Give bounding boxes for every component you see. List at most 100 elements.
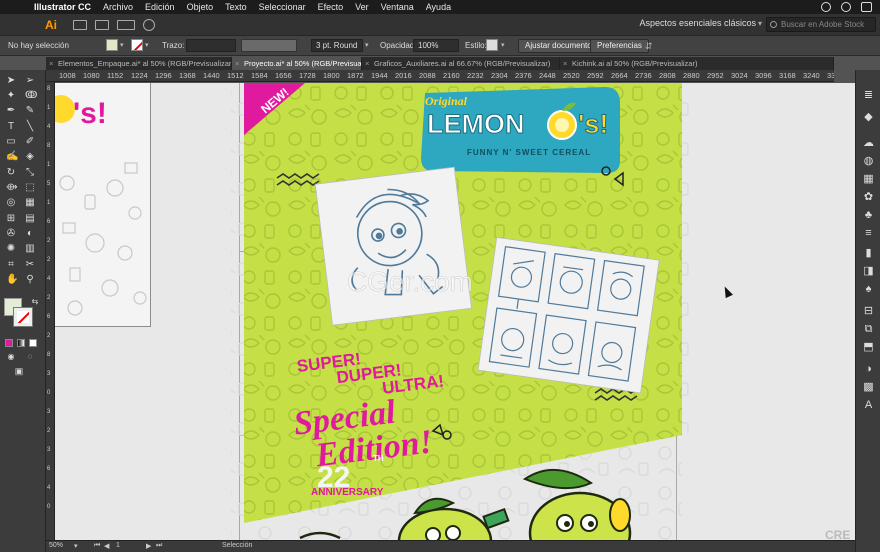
swap-fill-stroke-icon[interactable]: ⇆ xyxy=(30,297,40,307)
chevron-down-icon[interactable]: ▾ xyxy=(74,542,78,550)
document-setup-button[interactable]: Ajustar documento xyxy=(518,39,599,53)
swatches-icon[interactable]: ▦ xyxy=(863,174,874,185)
menu-archivo[interactable]: Archivo xyxy=(103,2,133,12)
color-icon[interactable]: ◍ xyxy=(863,156,874,167)
transform-icon[interactable]: ⬒ xyxy=(863,342,874,353)
graphic-styles-icon[interactable]: ◨ xyxy=(863,266,874,277)
none-mode-icon[interactable] xyxy=(29,339,37,347)
scale-tool-icon[interactable]: ⤡ xyxy=(25,168,35,178)
symbol-sprayer-tool-icon[interactable]: ✺ xyxy=(6,244,16,254)
pathfinder-icon[interactable]: ⧉ xyxy=(863,324,874,335)
chevron-down-icon[interactable]: ▾ xyxy=(120,41,124,49)
mesh-tool-icon[interactable]: ⊞ xyxy=(6,214,16,224)
direct-selection-tool-icon[interactable]: ➢ xyxy=(25,76,35,86)
horizontal-ruler[interactable]: 1008 1080 1152 1224 1296 1368 1440 1512 1584 1656… xyxy=(46,70,834,82)
paintbrush-tool-icon[interactable]: ✐ xyxy=(25,137,35,147)
eraser-tool-icon[interactable]: ◈ xyxy=(25,152,35,162)
stroke-swatch[interactable] xyxy=(131,39,143,51)
character-sketch-card[interactable] xyxy=(314,166,472,326)
align-icon[interactable]: ⊟ xyxy=(863,306,874,317)
menu-efecto[interactable]: Efecto xyxy=(318,2,344,12)
prev-artboard-icon[interactable]: ◀ xyxy=(104,542,109,550)
menu-ayuda[interactable]: Ayuda xyxy=(426,2,451,12)
brushes-icon[interactable]: ✿ xyxy=(863,192,874,203)
stock-icon[interactable] xyxy=(95,19,109,30)
libraries-icon[interactable]: ☁ xyxy=(863,138,874,149)
fill-swatch[interactable] xyxy=(106,39,118,51)
variable-width-profile[interactable] xyxy=(241,39,297,52)
tab-elementos-empaque[interactable]: × Elementos_Empaque.ai* al 50% (RGB/Previ… xyxy=(46,57,232,70)
slice-tool-icon[interactable]: ✂ xyxy=(25,260,35,270)
next-artboard-icon[interactable]: ▶ xyxy=(146,542,151,550)
lasso-tool-icon[interactable]: ↂ xyxy=(25,91,37,101)
color-mode-icon[interactable] xyxy=(5,339,13,347)
last-artboard-icon[interactable]: ⏭ xyxy=(156,542,162,550)
tab-graficos-auxiliares[interactable]: × Graficos_Auxiliares.ai al 66.67% (RGB/P… xyxy=(362,57,560,70)
menu-ver[interactable]: Ver xyxy=(355,2,369,12)
document-canvas[interactable]: 's! NEW! Original LEMON 's! FUNNY N' SWE… xyxy=(55,83,855,540)
chevron-down-icon[interactable]: ▾ xyxy=(758,19,762,28)
character-icon[interactable]: A xyxy=(863,400,874,411)
type-tool-icon[interactable]: T xyxy=(6,122,16,132)
record-icon[interactable] xyxy=(821,2,831,12)
tab-proyecto[interactable]: × Proyecto.ai* al 50% (RGB/Previsualizar) xyxy=(232,57,362,70)
bridge-icon[interactable] xyxy=(73,19,87,30)
stroke-icon[interactable]: ≡ xyxy=(863,228,874,239)
main-artboard-artwork[interactable]: NEW! Original LEMON 's! FUNNY N' SWEET C… xyxy=(55,83,855,540)
shaper-tool-icon[interactable]: ✍ xyxy=(6,152,18,162)
chevron-down-icon[interactable]: ▾ xyxy=(365,41,369,49)
line-tool-icon[interactable]: ╲ xyxy=(25,122,35,132)
eyedropper-tool-icon[interactable]: ✇ xyxy=(6,229,16,239)
symbols-icon[interactable]: ♣ xyxy=(863,210,874,221)
screen-mode-icon[interactable]: ▣ xyxy=(14,366,24,376)
stroke-weight-field[interactable] xyxy=(186,39,236,52)
siri-icon[interactable] xyxy=(841,2,851,12)
properties-icon[interactable]: ≣ xyxy=(863,90,874,101)
appearance-icon[interactable]: ♠ xyxy=(863,284,874,295)
chevron-down-icon[interactable]: ▾ xyxy=(501,41,505,49)
column-graph-tool-icon[interactable]: ▥ xyxy=(25,244,35,254)
gpu-performance-icon[interactable] xyxy=(143,18,155,31)
menu-edicion[interactable]: Edición xyxy=(145,2,175,12)
gradient-mode-icon[interactable] xyxy=(17,339,25,347)
workspace-switcher[interactable]: Aspectos esenciales clásicos xyxy=(639,18,756,28)
opacity-field[interactable]: 100% xyxy=(413,39,459,52)
notification-icon[interactable] xyxy=(861,2,872,12)
zoom-level[interactable]: 50% xyxy=(49,542,63,549)
stock-search-input[interactable]: Buscar en Adobe Stock xyxy=(766,17,876,32)
close-icon[interactable]: × xyxy=(563,57,567,70)
close-icon[interactable]: × xyxy=(235,57,239,70)
chevron-down-icon[interactable]: ▾ xyxy=(145,41,149,49)
magic-wand-tool-icon[interactable]: ✦ xyxy=(6,91,16,101)
menu-ventana[interactable]: Ventana xyxy=(381,2,414,12)
apple-icon[interactable] xyxy=(10,2,20,12)
draw-inside-icon[interactable]: ◌ xyxy=(25,352,35,362)
graphic-style-swatch[interactable] xyxy=(486,39,498,51)
lemonos-logo[interactable]: Original LEMON 's! FUNNY N' SWEET CEREAL xyxy=(421,87,620,173)
first-artboard-icon[interactable]: ⏮ xyxy=(94,542,100,550)
pen-tool-icon[interactable]: ✒ xyxy=(6,106,16,116)
arrange-documents-icon[interactable] xyxy=(117,19,135,30)
curvature-tool-icon[interactable]: ✎ xyxy=(25,106,35,116)
perspective-grid-tool-icon[interactable]: ▦ xyxy=(25,198,35,208)
menu-texto[interactable]: Texto xyxy=(225,2,247,12)
layers-icon[interactable]: ◆ xyxy=(863,112,874,123)
blend-tool-icon[interactable]: ◐ xyxy=(25,229,35,239)
artboard-number[interactable]: 1 xyxy=(116,542,120,549)
storyboard-sketch-card[interactable] xyxy=(477,236,660,394)
image-trace-icon[interactable]: ▩ xyxy=(863,382,874,393)
free-transform-tool-icon[interactable]: ⬚ xyxy=(25,183,35,193)
arrange-icon[interactable]: ⇵ xyxy=(645,41,653,52)
transparency-icon[interactable]: ◑ xyxy=(863,364,874,375)
stroke-color-box[interactable] xyxy=(13,307,33,327)
hand-tool-icon[interactable]: ✋ xyxy=(6,275,18,285)
tab-kichink[interactable]: × Kichink.ai al 50% (RGB/Previsualizar) xyxy=(560,57,834,70)
menu-objeto[interactable]: Objeto xyxy=(187,2,214,12)
draw-mode-icon[interactable]: ◉ xyxy=(6,352,16,362)
app-menu[interactable]: Illustrator CC xyxy=(34,2,91,12)
rectangle-tool-icon[interactable]: ▭ xyxy=(6,137,16,147)
width-tool-icon[interactable]: ⟴ xyxy=(6,183,18,193)
selection-tool-icon[interactable]: ➤ xyxy=(6,76,16,86)
artboard-tool-icon[interactable]: ⌗ xyxy=(6,260,16,270)
preferences-button[interactable]: Preferencias xyxy=(590,39,649,53)
